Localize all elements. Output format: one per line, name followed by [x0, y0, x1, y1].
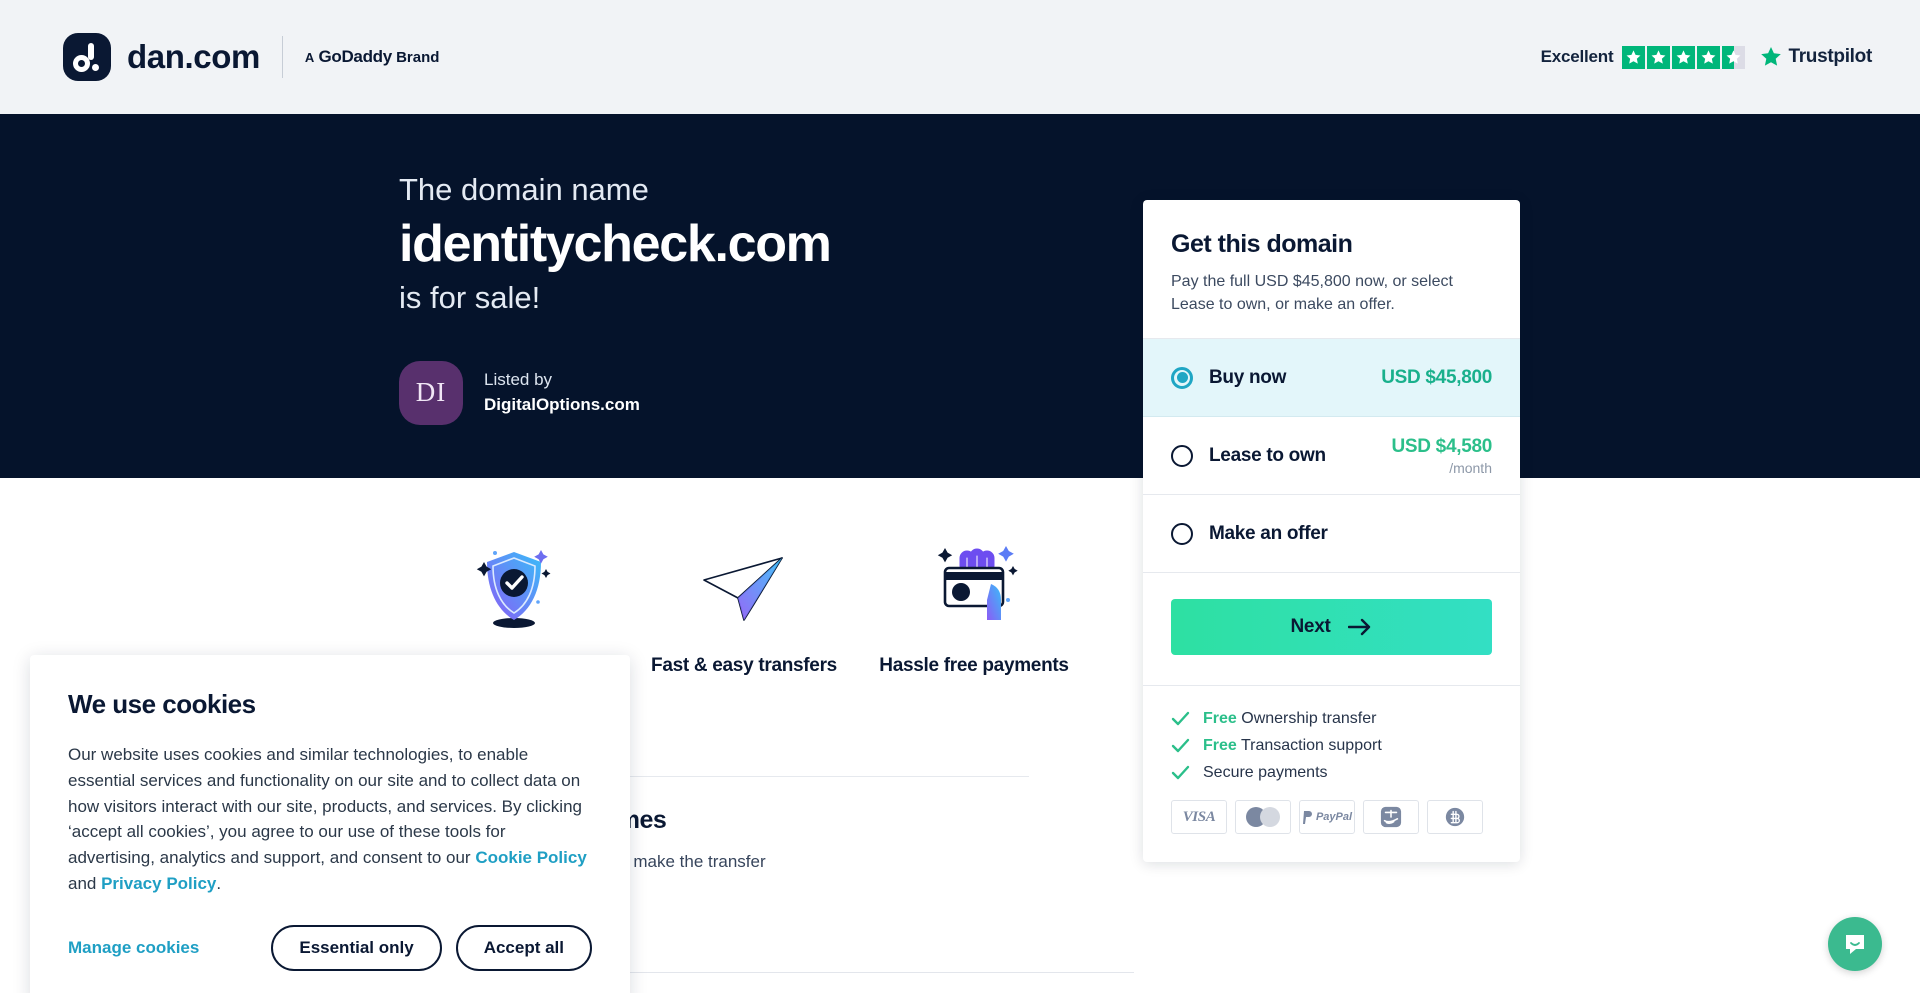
- card-payment-icon: [859, 540, 1089, 636]
- godaddy-a: A: [304, 50, 315, 65]
- perk-item: Free Transaction support: [1171, 737, 1492, 755]
- perk-label: Secure payments: [1203, 764, 1328, 782]
- star-icon: [1672, 45, 1696, 69]
- check-icon: [1171, 739, 1190, 753]
- perk-text: Free Ownership transfer: [1203, 710, 1376, 728]
- star-half-icon: [1722, 45, 1746, 69]
- privacy-policy-link[interactable]: Privacy Policy: [101, 874, 216, 893]
- mastercard-icon: [1235, 800, 1291, 835]
- hero-section: The domain name identitycheck.com is for…: [0, 114, 1920, 478]
- brand-divider: [281, 36, 283, 78]
- card-action-area: Next: [1143, 573, 1520, 685]
- paypal-icon: PayPal: [1299, 800, 1355, 835]
- trustpilot-stars: [1622, 45, 1746, 69]
- seller-initials: DI: [415, 377, 447, 408]
- arrow-right-icon: [1348, 619, 1371, 636]
- cookie-consent-banner: We use cookies Our website uses cookies …: [30, 655, 630, 993]
- cookie-banner-actions: Manage cookies Essential only Accept all: [68, 924, 592, 971]
- radio-lease-to-own[interactable]: [1171, 444, 1193, 467]
- feature-item: Hassle free payments: [859, 540, 1089, 678]
- logo-wordmark: dan.com: [127, 38, 260, 75]
- check-icon: [1171, 766, 1190, 780]
- brand-lockup[interactable]: dan.com A GoDaddy Brand: [63, 33, 439, 81]
- option-price-wrap: USD $45,800: [1381, 367, 1492, 389]
- card-header: Get this domain Pay the full USD $45,800…: [1143, 200, 1520, 338]
- feature-label: Hassle free payments: [879, 655, 1069, 676]
- cookie-body-part2: and: [68, 874, 102, 894]
- check-icon: [1171, 712, 1190, 726]
- option-price-wrap: USD $4,580 /month: [1391, 436, 1492, 476]
- next-button[interactable]: Next: [1171, 599, 1492, 656]
- seller-listed-by-label: Listed by: [484, 370, 553, 390]
- cookie-banner-body: Our website uses cookies and similar tec…: [68, 742, 592, 897]
- perk-item: Secure payments: [1171, 764, 1492, 782]
- site-header: dan.com A GoDaddy Brand Excellent Trustp…: [0, 0, 1920, 114]
- hero-post-text: is for sale!: [399, 280, 541, 316]
- radio-make-an-offer[interactable]: [1171, 522, 1193, 545]
- cookie-policy-link[interactable]: Cookie Policy: [475, 848, 586, 867]
- next-button-label: Next: [1290, 616, 1331, 638]
- star-icon: [1647, 45, 1671, 69]
- godaddy-name: GoDaddy: [318, 47, 392, 66]
- seller-text: Listed by DigitalOptions.com: [484, 368, 640, 417]
- alipay-icon: [1363, 800, 1419, 835]
- accept-all-button[interactable]: Accept all: [455, 924, 592, 971]
- card-footer: Free Ownership transfer Free Transaction…: [1143, 685, 1520, 862]
- manage-cookies-link[interactable]: Manage cookies: [68, 938, 199, 958]
- perk-item: Free Ownership transfer: [1171, 710, 1492, 728]
- seller-block[interactable]: DI Listed by DigitalOptions.com: [399, 360, 1019, 425]
- trustpilot-rating-word: Excellent: [1540, 47, 1614, 66]
- option-label: Buy now: [1209, 366, 1287, 388]
- payment-methods-row: VISA PayPal: [1171, 800, 1492, 835]
- purchase-options-list: Buy now USD $45,800 Lease to own USD $4,…: [1143, 338, 1520, 574]
- get-this-domain-card: Get this domain Pay the full USD $45,800…: [1143, 200, 1520, 863]
- trustpilot-star-icon: [1761, 47, 1782, 66]
- hero-pre-text: The domain name: [399, 172, 649, 207]
- star-icon: [1697, 45, 1721, 69]
- paypal-label: PayPal: [1315, 811, 1353, 824]
- option-buy-now[interactable]: Buy now USD $45,800: [1143, 339, 1520, 418]
- hero-text-block: The domain name identitycheck.com is for…: [399, 171, 1019, 425]
- visa-icon: VISA: [1171, 800, 1227, 835]
- option-lease-to-own[interactable]: Lease to own USD $4,580 /month: [1143, 417, 1520, 496]
- perk-text: Free Transaction support: [1203, 737, 1382, 755]
- seller-avatar: DI: [399, 360, 463, 425]
- hero-domain-name: identitycheck.com: [399, 214, 832, 273]
- option-label: Lease to own: [1209, 444, 1326, 466]
- dan-logo-icon: [63, 33, 111, 81]
- option-price: USD $4,580: [1391, 435, 1492, 457]
- paper-plane-icon: [629, 540, 859, 636]
- perk-free-badge: Free: [1203, 710, 1237, 728]
- option-price: USD $45,800: [1381, 366, 1492, 388]
- option-make-an-offer[interactable]: Make an offer: [1143, 495, 1520, 574]
- chat-bubble-icon[interactable]: [1828, 917, 1882, 971]
- godaddy-brand-word: Brand: [396, 49, 440, 66]
- feature-item: Fast & easy transfers: [629, 540, 859, 678]
- trustpilot-wordmark: Trustpilot: [1788, 46, 1872, 67]
- radio-buy-now[interactable]: [1171, 366, 1193, 389]
- perk-label: Ownership transfer: [1241, 710, 1377, 728]
- perk-label: Transaction support: [1240, 737, 1382, 755]
- seller-name: DigitalOptions.com: [484, 394, 640, 414]
- perk-free-badge: Free: [1203, 737, 1237, 755]
- essential-only-button[interactable]: Essential only: [271, 924, 442, 971]
- perk-text: Secure payments: [1203, 764, 1328, 782]
- trustpilot-logo: Trustpilot: [1759, 45, 1872, 69]
- option-price-period: /month: [1449, 459, 1492, 476]
- feature-label: Fast & easy transfers: [651, 655, 837, 676]
- card-subtitle: Pay the full USD $45,800 now, or select …: [1171, 273, 1453, 313]
- trustpilot-rating[interactable]: Excellent Trustpilot: [1541, 45, 1872, 69]
- option-label: Make an offer: [1209, 522, 1328, 544]
- page-root: dan.com A GoDaddy Brand Excellent Trustp…: [0, 0, 1920, 993]
- cookie-body-part3: .: [216, 874, 222, 894]
- bitcoin-icon: [1427, 800, 1483, 835]
- cookie-banner-title: We use cookies: [68, 689, 256, 719]
- card-title: Get this domain: [1171, 230, 1353, 258]
- visa-label: VISA: [1182, 808, 1216, 825]
- godaddy-brand-text: A GoDaddy Brand: [305, 47, 440, 67]
- shield-check-icon: [399, 540, 629, 636]
- star-icon: [1622, 45, 1646, 69]
